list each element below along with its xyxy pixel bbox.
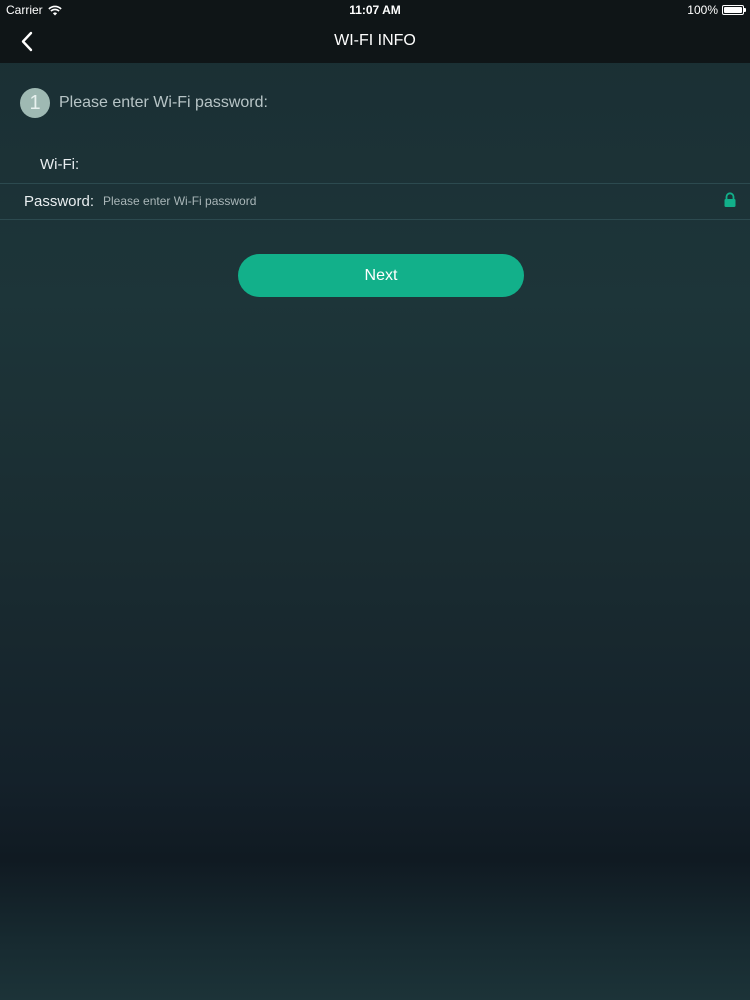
step-header: 1 Please enter Wi-Fi password:	[20, 88, 268, 118]
password-label: Password:	[24, 193, 95, 210]
wifi-label: Wi-Fi:	[40, 156, 80, 173]
status-bar: Carrier 11:07 AM 100%	[0, 0, 750, 20]
status-time: 11:07 AM	[349, 3, 401, 17]
step-instruction: Please enter Wi-Fi password:	[59, 94, 268, 111]
lock-icon[interactable]	[723, 192, 737, 208]
wifi-info-screen: Carrier 11:07 AM 100% WI-FI INFO 1 Pleas…	[0, 0, 750, 1000]
wifi-name-row: Wi-Fi:	[40, 156, 79, 173]
step-number-badge: 1	[20, 88, 50, 118]
battery-icon	[722, 5, 746, 15]
password-input[interactable]	[100, 190, 706, 212]
divider	[0, 219, 750, 220]
battery-group: 100%	[687, 3, 746, 17]
navigation-bar: WI-FI INFO	[0, 20, 750, 63]
next-button[interactable]: Next	[238, 254, 524, 297]
battery-percent: 100%	[687, 3, 718, 17]
password-row: Password:	[0, 184, 750, 219]
page-title: WI-FI INFO	[334, 32, 416, 49]
